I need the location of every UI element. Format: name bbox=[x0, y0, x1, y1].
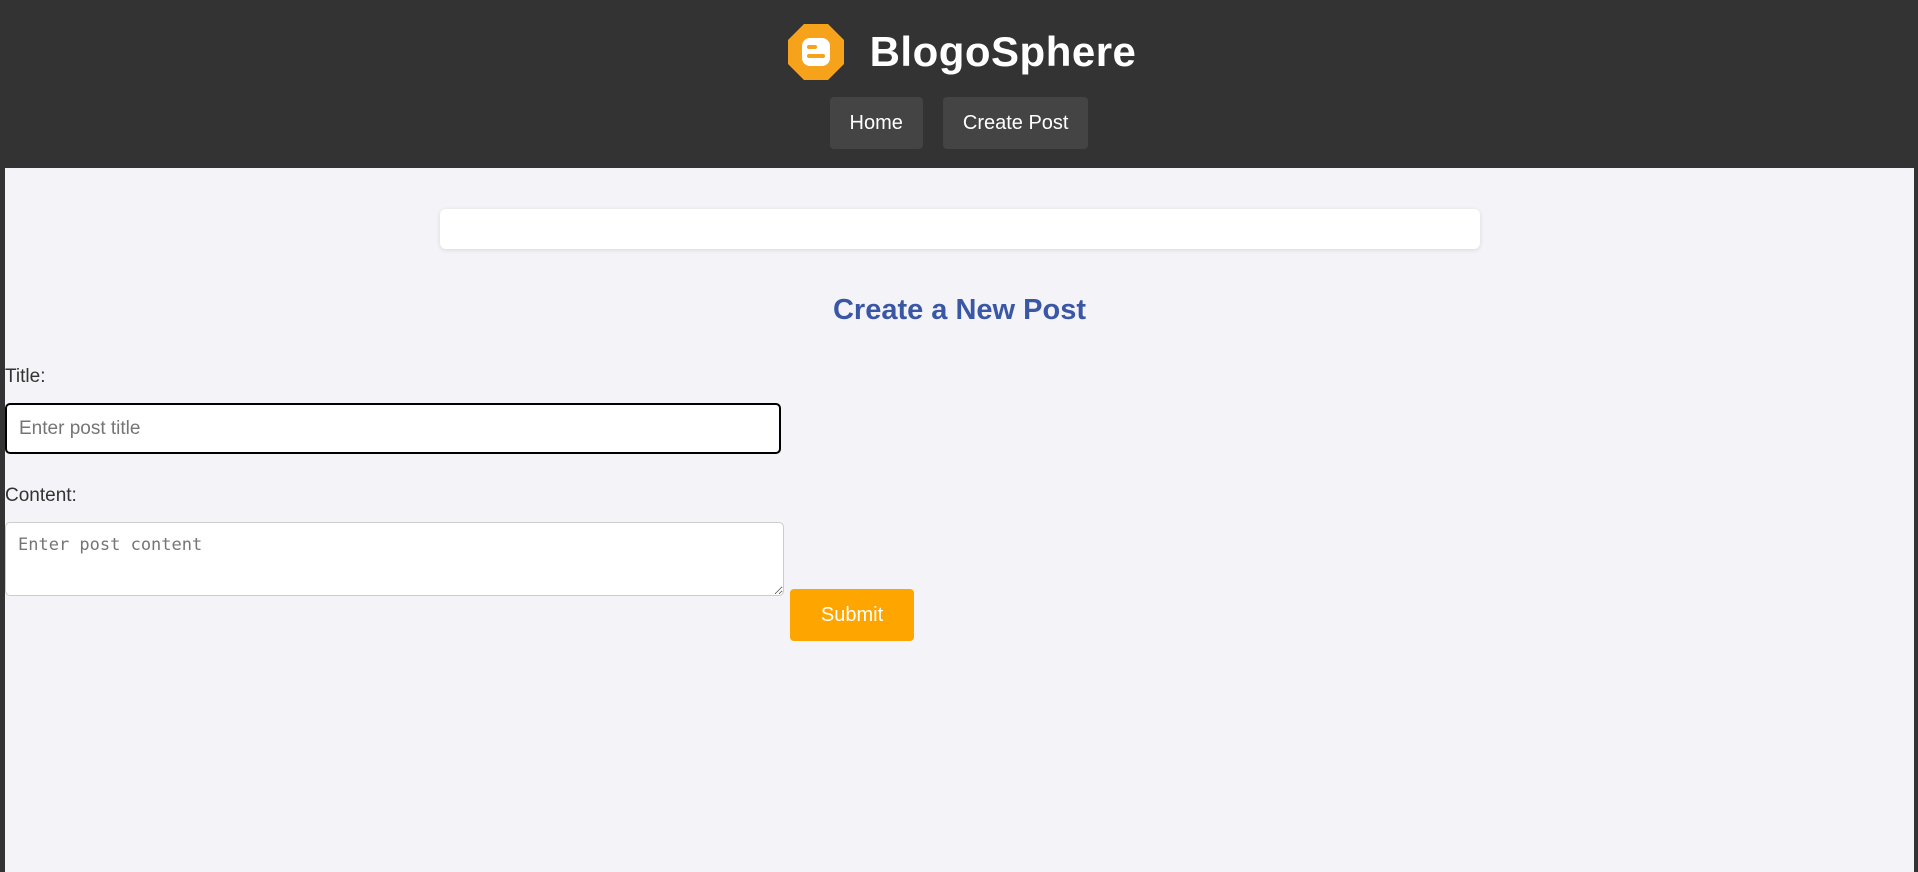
nav-create-post-button[interactable]: Create Post bbox=[942, 97, 1089, 149]
submit-button[interactable]: Submit bbox=[790, 589, 914, 641]
site-header: BlogoSphere Home Create Post bbox=[0, 0, 1918, 168]
main-nav: Home Create Post bbox=[0, 97, 1918, 149]
post-content-textarea[interactable] bbox=[5, 522, 784, 596]
post-title-input[interactable] bbox=[5, 403, 781, 454]
title-label: Title: bbox=[5, 366, 46, 387]
nav-home-button[interactable]: Home bbox=[829, 97, 923, 149]
page-title: Create a New Post bbox=[832, 294, 1087, 326]
main-content: Create a New Post Title: Content: Submit bbox=[5, 168, 1914, 872]
message-box bbox=[440, 209, 1480, 249]
blogger-logo-icon bbox=[787, 24, 844, 80]
content-label: Content: bbox=[5, 485, 77, 506]
brand: BlogoSphere bbox=[0, 22, 1918, 82]
page: BlogoSphere Home Create Post Create a Ne… bbox=[0, 0, 1918, 872]
site-title: BlogoSphere bbox=[869, 28, 1137, 75]
